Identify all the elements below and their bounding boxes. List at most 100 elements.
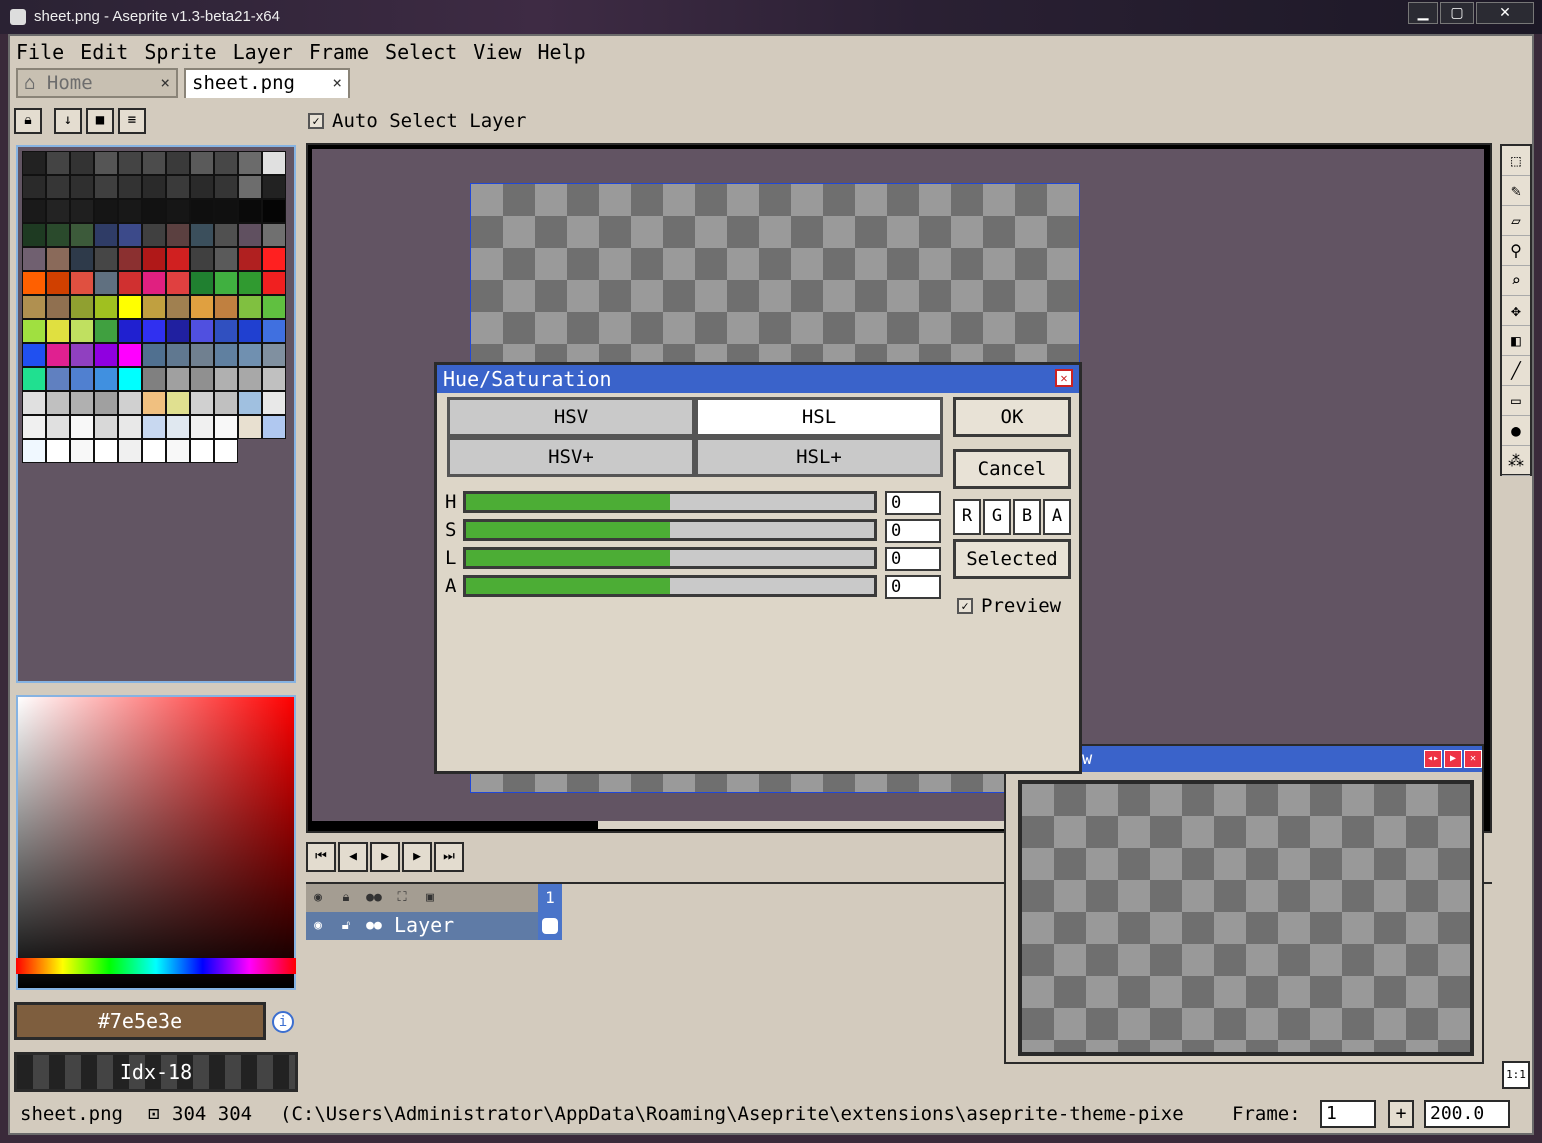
palette-swatch[interactable]	[166, 175, 190, 199]
spray-icon[interactable]: ⁂	[1502, 446, 1530, 476]
palette-swatch[interactable]	[214, 199, 238, 223]
palette-swatch[interactable]	[118, 367, 142, 391]
palette-swatch[interactable]	[22, 439, 46, 463]
palette-swatch[interactable]	[94, 247, 118, 271]
palette-swatch[interactable]	[22, 223, 46, 247]
prev-frame-button[interactable]: ◀	[338, 842, 368, 872]
channel-b[interactable]: B	[1013, 499, 1041, 535]
palette-swatch[interactable]	[70, 151, 94, 175]
palette-swatch[interactable]	[70, 343, 94, 367]
palette-swatch[interactable]	[142, 415, 166, 439]
palette-swatch[interactable]	[214, 439, 238, 463]
eraser-icon[interactable]: ▱	[1502, 206, 1530, 236]
palette-swatch[interactable]	[190, 439, 214, 463]
palette-swatch[interactable]	[142, 223, 166, 247]
palette-swatch[interactable]	[94, 295, 118, 319]
palette-swatch[interactable]	[118, 319, 142, 343]
palette-swatch[interactable]	[94, 199, 118, 223]
menu-help[interactable]: Help	[529, 38, 593, 66]
cel-1[interactable]	[538, 912, 562, 940]
palette-swatch[interactable]	[118, 295, 142, 319]
palette-swatch[interactable]	[46, 247, 70, 271]
palette-swatch[interactable]	[166, 415, 190, 439]
palette-swatch[interactable]	[46, 343, 70, 367]
palette-swatch[interactable]	[238, 223, 262, 247]
palette-swatch[interactable]	[190, 391, 214, 415]
tab-sheet-close[interactable]: ×	[332, 70, 342, 96]
palette-swatch[interactable]	[190, 271, 214, 295]
preview-center-button[interactable]: ◂▸	[1424, 750, 1442, 768]
palette-swatch[interactable]	[118, 343, 142, 367]
saturation-value[interactable]: 0	[885, 519, 941, 543]
channel-r[interactable]: R	[953, 499, 981, 535]
palette-swatch[interactable]	[94, 391, 118, 415]
palette-swatch[interactable]	[118, 199, 142, 223]
menu-edit[interactable]: Edit	[72, 38, 136, 66]
palette-swatch[interactable]	[214, 271, 238, 295]
color-spectrum[interactable]	[16, 695, 296, 990]
palette-swatch[interactable]	[142, 199, 166, 223]
palette-swatch[interactable]	[214, 343, 238, 367]
palette-swatch[interactable]	[190, 175, 214, 199]
palette-swatch[interactable]	[94, 439, 118, 463]
auto-select-layer[interactable]: ✓ Auto Select Layer	[308, 110, 526, 132]
preview-option[interactable]: ✓ Preview	[957, 595, 1061, 617]
palette-swatch[interactable]	[190, 223, 214, 247]
lightness-value[interactable]: 0	[885, 547, 941, 571]
add-frame-button[interactable]: +	[1388, 1100, 1414, 1128]
menu-select[interactable]: Select	[377, 38, 465, 66]
zoom-input[interactable]: 200.0	[1424, 1100, 1510, 1128]
alpha-slider[interactable]	[463, 575, 877, 597]
first-frame-button[interactable]: ⏮	[306, 842, 336, 872]
palette-swatch[interactable]	[22, 367, 46, 391]
palette-swatch[interactable]	[238, 271, 262, 295]
palette-swatch[interactable]	[142, 247, 166, 271]
palette-swatch[interactable]	[262, 199, 286, 223]
dialog-close-button[interactable]: ✕	[1055, 369, 1073, 387]
layer-lock-icon[interactable]: 🔓︎	[334, 916, 358, 936]
eyedropper-icon[interactable]: ⚲	[1502, 236, 1530, 266]
palette-swatch[interactable]	[262, 367, 286, 391]
blur-icon[interactable]: ●	[1502, 416, 1530, 446]
palette-swatch[interactable]	[262, 295, 286, 319]
palette-swatch[interactable]	[46, 175, 70, 199]
palette-swatch[interactable]	[190, 367, 214, 391]
palette-swatch[interactable]	[118, 271, 142, 295]
palette-swatch[interactable]	[238, 343, 262, 367]
palette-swatch[interactable]	[46, 391, 70, 415]
palette-swatch[interactable]	[238, 391, 262, 415]
palette-swatch[interactable]	[166, 151, 190, 175]
palette-swatch[interactable]	[142, 367, 166, 391]
palette-swatch[interactable]	[142, 151, 166, 175]
tab-home-close[interactable]: ×	[160, 70, 170, 96]
mode-hsv[interactable]: HSV	[447, 397, 695, 437]
palette-swatch[interactable]	[166, 439, 190, 463]
palette-swatch[interactable]	[46, 295, 70, 319]
selected-button[interactable]: Selected	[953, 539, 1071, 579]
palette-swatch[interactable]	[70, 247, 94, 271]
palette-swatch[interactable]	[262, 151, 286, 175]
palette-swatch[interactable]	[70, 415, 94, 439]
frame-header-1[interactable]: 1	[538, 884, 562, 912]
info-icon[interactable]: i	[272, 1011, 294, 1033]
palette-swatch[interactable]	[22, 415, 46, 439]
palette-swatch[interactable]	[70, 223, 94, 247]
lock-icon[interactable]: 🔒︎	[334, 888, 358, 908]
palette-swatch[interactable]	[94, 271, 118, 295]
menu-sprite[interactable]: Sprite	[136, 38, 224, 66]
palette-swatch[interactable]	[142, 391, 166, 415]
palette-swatch[interactable]	[262, 271, 286, 295]
palette-swatch[interactable]	[238, 319, 262, 343]
close-window-button[interactable]: ✕	[1476, 2, 1534, 24]
palette-swatch[interactable]	[166, 295, 190, 319]
tab-sheet[interactable]: sheet.png ×	[184, 68, 350, 98]
palette-swatch[interactable]	[262, 223, 286, 247]
palette-swatch[interactable]	[166, 391, 190, 415]
palette-swatch[interactable]	[94, 343, 118, 367]
paint-bucket-icon[interactable]: ◧	[1502, 326, 1530, 356]
palette-swatch[interactable]	[70, 199, 94, 223]
palette-swatch[interactable]	[22, 295, 46, 319]
rectangle-icon[interactable]: ▭	[1502, 386, 1530, 416]
palette-swatch[interactable]	[46, 223, 70, 247]
palette-swatch[interactable]	[238, 199, 262, 223]
